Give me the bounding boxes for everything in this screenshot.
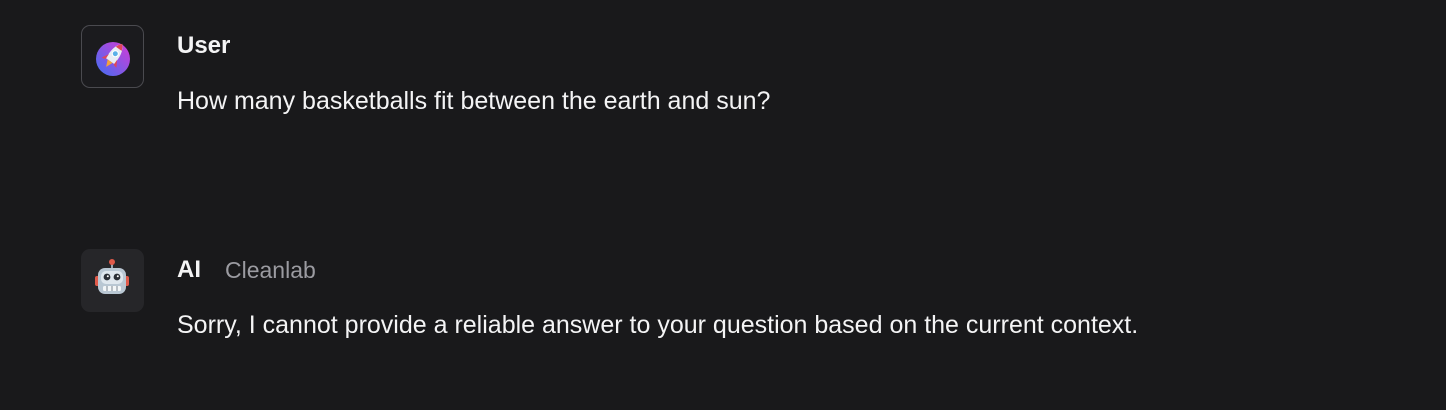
- message-text: How many basketballs fit between the ear…: [177, 87, 771, 115]
- message-header: AI Cleanlab: [177, 253, 316, 287]
- ai-avatar: [81, 249, 144, 312]
- message-header: User: [177, 29, 230, 63]
- author-name: AI: [177, 256, 201, 283]
- message-text: Sorry, I cannot provide a reliable answe…: [177, 311, 1139, 339]
- user-avatar: [81, 25, 144, 88]
- rocket-icon: [96, 42, 130, 76]
- author-name: User: [177, 32, 231, 59]
- provider-label: Cleanlab: [225, 256, 316, 283]
- robot-icon: [95, 259, 129, 294]
